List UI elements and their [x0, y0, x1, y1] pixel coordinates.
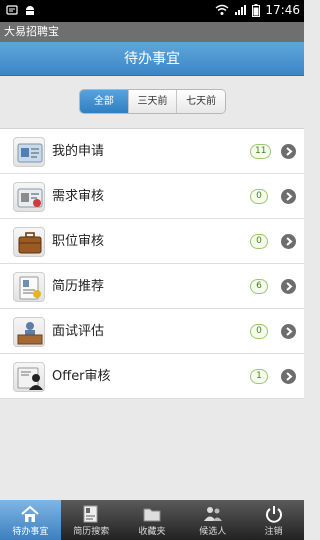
power-icon [265, 506, 282, 523]
count-badge: 0 [250, 189, 268, 204]
count-badge: 11 [250, 144, 272, 159]
list-item-label: 简历推荐 [52, 279, 105, 294]
chevron-right-icon [281, 189, 296, 204]
list-item-label: 职位审核 [52, 234, 105, 249]
page-title: 待办事宜 [0, 42, 304, 76]
wifi-icon [215, 4, 229, 15]
signal-icon [235, 5, 247, 15]
count-badge: 0 [250, 324, 268, 339]
status-time: 17:46 [265, 3, 300, 17]
tab-label: 待办事宜 [12, 527, 49, 537]
list-item-my-applications[interactable]: 我的申请 11 [0, 129, 304, 174]
tab-label: 简历搜索 [73, 527, 110, 537]
list-item-resume-recommendation[interactable]: 简历推荐 6 [0, 264, 304, 309]
tab-label: 收藏夹 [138, 527, 166, 537]
tab-resume-search[interactable]: 简历搜索 [61, 500, 122, 540]
tab-candidates[interactable]: 候选人 [182, 500, 243, 540]
list-item-label: 需求审核 [52, 189, 105, 204]
android-icon [26, 6, 34, 15]
filter-all[interactable]: 全部 [80, 90, 128, 113]
tab-label: 候选人 [199, 527, 227, 537]
chevron-right-icon [281, 144, 296, 159]
filter-seven-days[interactable]: 七天前 [176, 90, 225, 113]
count-badge: 6 [250, 279, 268, 294]
tab-label: 注销 [264, 527, 283, 537]
list-item-label: 面试评估 [52, 324, 105, 339]
status-bar: 17:46 [0, 0, 304, 22]
todo-list: 我的申请 11 需求审核 0 职位审核 0 简历推荐 6 面试评估 0 Offe… [0, 128, 304, 399]
list-item-label: 我的申请 [52, 144, 105, 159]
chevron-right-icon [281, 234, 296, 249]
chevron-right-icon [281, 369, 296, 384]
chevron-right-icon [281, 324, 296, 339]
list-item-requirement-review[interactable]: 需求审核 0 [0, 174, 304, 219]
chevron-right-icon [281, 279, 296, 294]
offer-user-icon [13, 362, 45, 392]
app-title: 大易招聘宝 [0, 22, 304, 42]
home-icon [21, 505, 40, 522]
briefcase-icon [13, 227, 45, 257]
folder-icon [143, 508, 161, 522]
filter-three-days[interactable]: 三天前 [127, 90, 177, 113]
count-badge: 0 [250, 234, 268, 249]
count-badge: 1 [250, 369, 268, 384]
tab-logout[interactable]: 注销 [243, 500, 304, 540]
notification-icon [6, 5, 18, 15]
interview-desk-icon [13, 317, 45, 347]
list-item-label: Offer审核 [52, 369, 111, 384]
people-icon [203, 507, 222, 521]
list-item-interview-evaluation[interactable]: 面试评估 0 [0, 309, 304, 354]
tab-todo[interactable]: 待办事宜 [0, 500, 61, 540]
id-card-icon [13, 137, 45, 167]
bottom-tab-bar: 待办事宜 简历搜索 收藏夹 候选人 注销 [0, 500, 304, 540]
list-item-position-review[interactable]: 职位审核 0 [0, 219, 304, 264]
time-filter: 全部 三天前 七天前 [79, 89, 226, 114]
resume-badge-icon [13, 272, 45, 302]
tab-favorites[interactable]: 收藏夹 [122, 500, 183, 540]
list-item-offer-review[interactable]: Offer审核 1 [0, 354, 304, 399]
review-card-icon [13, 182, 45, 212]
resume-search-icon [83, 505, 98, 523]
battery-icon [252, 3, 261, 17]
